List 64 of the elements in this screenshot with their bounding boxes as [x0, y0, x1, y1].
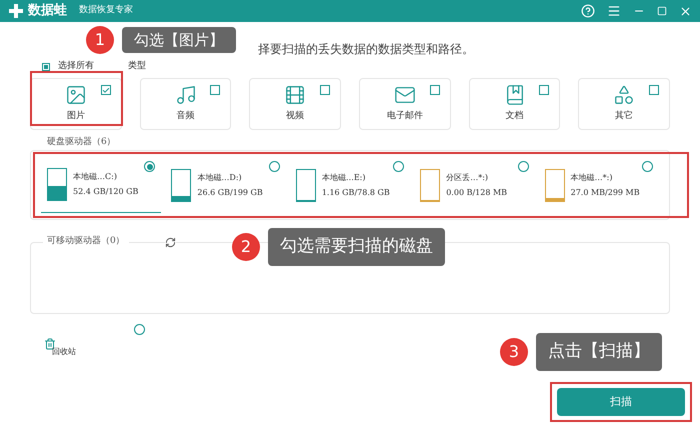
file-type-card[interactable]: 文档: [468, 78, 560, 130]
recycle-bin-item[interactable]: 回收站: [30, 324, 145, 358]
film-icon: [284, 84, 306, 106]
drive-size: 27.0 MB/299 MB: [570, 186, 640, 198]
drive-item[interactable]: 本地磁…*:) 27.0 MB/299 MB: [538, 157, 660, 213]
refresh-icon[interactable]: [165, 237, 176, 248]
drive-name: 本地磁…E:): [322, 172, 366, 184]
file-type-label: 其它: [615, 110, 634, 124]
drive-item[interactable]: 本地磁…C:) 52.4 GB/120 GB: [41, 157, 162, 213]
drive-item[interactable]: 本地磁…E:) 1.16 GB/78.8 GB: [290, 157, 410, 213]
drive-item[interactable]: 分区丢…*:) 0.00 B/128 MB: [414, 157, 535, 213]
help-icon[interactable]: [581, 4, 595, 18]
checkbox[interactable]: [649, 85, 660, 95]
app-subtitle: 数据恢复专家: [79, 4, 133, 18]
radio-button[interactable]: [268, 161, 280, 172]
file-type-card[interactable]: 音频: [140, 78, 232, 130]
scan-button[interactable]: 扫描: [557, 388, 685, 416]
file-type-label: 图片: [66, 110, 85, 124]
radio-button[interactable]: [642, 161, 654, 172]
file-type-label: 文档: [506, 110, 524, 124]
select-all-label: 类型: [128, 60, 146, 74]
drive-size: 52.4 GB/120 GB: [73, 186, 138, 198]
checkbox[interactable]: [320, 85, 330, 95]
file-type-card[interactable]: 电子邮件: [359, 78, 451, 130]
file-type-card[interactable]: 其它: [578, 78, 670, 130]
maximize-icon[interactable]: [657, 6, 667, 16]
drive-item[interactable]: 本地磁…D:) 26.6 GB/199 GB: [165, 157, 286, 213]
file-type-card[interactable]: 图片: [30, 78, 122, 130]
drive-name: 本地磁…C:): [73, 171, 118, 183]
close-icon[interactable]: [679, 4, 692, 18]
step-number-badge: 2: [232, 232, 260, 261]
file-type-label: 电子邮件: [386, 110, 423, 124]
file-type-label: 视频: [286, 110, 304, 124]
radio-button[interactable]: [134, 324, 145, 335]
callout-tooltip: 勾选需要扫描的磁盘: [268, 228, 445, 266]
picture-icon: [64, 84, 87, 106]
checkbox[interactable]: [100, 85, 111, 95]
step-number-badge: 1: [86, 26, 114, 54]
drive-size: 26.6 GB/199 GB: [197, 186, 263, 198]
checkbox[interactable]: [210, 85, 220, 95]
app-name: 数据蛙: [28, 2, 67, 20]
radio-button[interactable]: [393, 161, 404, 172]
drive-name: 本地磁…D:): [197, 172, 243, 184]
callout-tooltip: 勾选【图片】: [122, 26, 236, 54]
drive-name: 分区丢…*:): [446, 172, 490, 184]
callout-tooltip: 点击【扫描】: [536, 333, 662, 370]
checkbox[interactable]: [539, 85, 550, 95]
drive-size: 0.00 B/128 MB: [446, 186, 508, 198]
plus-logo-icon: [8, 3, 24, 19]
recycle-bin-label: 回收站: [52, 346, 76, 358]
select-all-label: 选择所有: [58, 60, 94, 74]
instruction-text: 择要扫描的丢失数据的数据类型和路径。: [258, 41, 474, 58]
select-all-checkbox[interactable]: [42, 63, 50, 71]
drive-size: 1.16 GB/78.8 GB: [322, 186, 390, 198]
step-number-badge: 3: [500, 338, 528, 366]
drive-name: 本地磁…*:): [570, 172, 614, 184]
menu-icon[interactable]: [607, 4, 621, 18]
radio-button[interactable]: [518, 161, 529, 172]
file-type-card[interactable]: 视频: [249, 78, 342, 130]
file-type-label: 音频: [176, 110, 194, 124]
shapes-icon: [613, 84, 636, 106]
music-icon: [174, 84, 196, 106]
checkbox[interactable]: [430, 85, 440, 95]
radio-button[interactable]: [144, 161, 156, 172]
